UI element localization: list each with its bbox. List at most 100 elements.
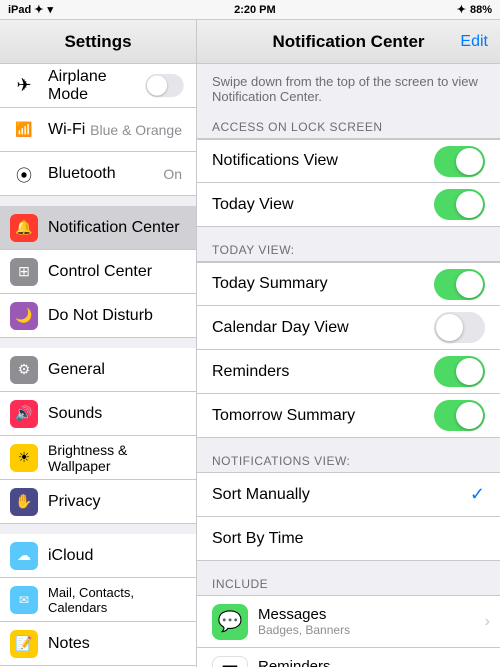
sidebar-label-bluetooth: Bluetooth xyxy=(48,165,163,183)
reminders-toggle[interactable] xyxy=(434,356,485,387)
toggle-label-today-view: Today View xyxy=(212,196,434,214)
right-panel: Notification Center Edit Swipe down from… xyxy=(197,20,500,667)
messages-app-sub: Badges, Banners xyxy=(258,623,485,637)
sidebar-label-notes: Notes xyxy=(48,635,186,653)
bluetooth-icon: ⦿ xyxy=(10,160,38,188)
status-bluetooth-icon: ✦ xyxy=(457,3,466,16)
sidebar-item-mail[interactable]: ✉ Mail, Contacts, Calendars xyxy=(0,578,196,622)
sidebar-label-sounds: Sounds xyxy=(48,405,186,423)
lock-screen-toggles: Notifications View Today View xyxy=(197,138,500,227)
sidebar-item-general[interactable]: ⚙ General xyxy=(0,348,196,392)
status-right: ✦ 88% xyxy=(457,3,492,16)
sidebar: Settings ✈ Airplane Mode 📶 Wi-Fi Blue & … xyxy=(0,20,197,667)
sidebar-header: Settings xyxy=(0,20,196,64)
airplane-icon: ✈ xyxy=(10,72,38,100)
panel-header: Notification Center Edit xyxy=(197,20,500,64)
toggle-label-today-summary: Today Summary xyxy=(212,275,434,293)
sidebar-item-control-center[interactable]: ⊞ Control Center xyxy=(0,250,196,294)
sidebar-label-privacy: Privacy xyxy=(48,493,186,511)
sidebar-item-wifi[interactable]: 📶 Wi-Fi Blue & Orange xyxy=(0,108,196,152)
section-header-lockscreen: ACCESS ON LOCK SCREEN xyxy=(197,114,500,138)
sidebar-label-icloud: iCloud xyxy=(48,547,186,565)
reminders-app-icon: ☰ xyxy=(212,656,248,667)
status-signal: iPad ✦ xyxy=(8,3,44,16)
sidebar-item-privacy[interactable]: ✋ Privacy xyxy=(0,480,196,524)
sidebar-item-sounds[interactable]: 🔊 Sounds xyxy=(0,392,196,436)
include-reminders[interactable]: ☰ Reminders Badges, Alerts › xyxy=(197,648,500,667)
main-container: Settings ✈ Airplane Mode 📶 Wi-Fi Blue & … xyxy=(0,20,500,667)
reminders-app-name: Reminders xyxy=(258,658,485,667)
sidebar-item-notification-center[interactable]: 🔔 Notification Center xyxy=(0,206,196,250)
toggle-label-reminders: Reminders xyxy=(212,363,434,381)
panel-content: Swipe down from the top of the screen to… xyxy=(197,64,500,667)
control-center-icon: ⊞ xyxy=(10,258,38,286)
wifi-value: Blue & Orange xyxy=(90,122,182,138)
section-header-notif-view: NOTIFICATIONS VIEW: xyxy=(197,448,500,472)
sort-manually-label: Sort Manually xyxy=(212,486,470,504)
toggle-row-today-summary[interactable]: Today Summary xyxy=(197,262,500,306)
messages-app-name: Messages xyxy=(258,606,485,623)
status-battery: 88% xyxy=(470,4,492,16)
sounds-icon: 🔊 xyxy=(10,400,38,428)
sidebar-title: Settings xyxy=(64,32,131,52)
status-wifi-icon: ▾ xyxy=(48,3,54,16)
sidebar-label-wifi: Wi-Fi xyxy=(48,121,90,139)
sidebar-label-notif: Notification Center xyxy=(48,219,186,237)
sort-by-time-label: Sort By Time xyxy=(212,530,485,548)
notif-center-icon: 🔔 xyxy=(10,214,38,242)
general-icon: ⚙ xyxy=(10,356,38,384)
calendar-day-toggle[interactable] xyxy=(434,312,485,343)
include-list: 💬 Messages Badges, Banners › ☰ Reminders… xyxy=(197,595,500,667)
today-summary-toggle[interactable] xyxy=(434,269,485,300)
status-time: 2:20 PM xyxy=(234,4,276,16)
section-header-today: TODAY VIEW: xyxy=(197,237,500,261)
sidebar-label-control: Control Center xyxy=(48,263,186,281)
sidebar-label-dnd: Do Not Disturb xyxy=(48,307,186,325)
toggle-row-reminders[interactable]: Reminders xyxy=(197,350,500,394)
sidebar-item-bluetooth[interactable]: ⦿ Bluetooth On xyxy=(0,152,196,196)
toggle-row-notifications-view[interactable]: Notifications View xyxy=(197,139,500,183)
privacy-icon: ✋ xyxy=(10,488,38,516)
status-left: iPad ✦ ▾ xyxy=(8,3,53,16)
status-bar: iPad ✦ ▾ 2:20 PM ✦ 88% xyxy=(0,0,500,20)
section-header-include: INCLUDE xyxy=(197,571,500,595)
include-messages[interactable]: 💬 Messages Badges, Banners › xyxy=(197,596,500,648)
toggle-row-tomorrow[interactable]: Tomorrow Summary xyxy=(197,394,500,438)
brightness-icon: ☀ xyxy=(10,444,38,472)
edit-button[interactable]: Edit xyxy=(460,33,488,51)
notif-view-sort: Sort Manually ✓ Sort By Time xyxy=(197,472,500,561)
sidebar-item-brightness[interactable]: ☀ Brightness & Wallpaper xyxy=(0,436,196,480)
info-text: Swipe down from the top of the screen to… xyxy=(197,64,500,114)
tomorrow-toggle[interactable] xyxy=(434,400,485,431)
reminders-include-text: Reminders Badges, Alerts xyxy=(258,658,485,667)
sidebar-label-general: General xyxy=(48,361,186,379)
sidebar-item-notes[interactable]: 📝 Notes xyxy=(0,622,196,666)
toggle-row-today-view[interactable]: Today View xyxy=(197,183,500,227)
dnd-icon: 🌙 xyxy=(10,302,38,330)
notif-view-toggle[interactable] xyxy=(434,146,485,177)
sort-by-time-row[interactable]: Sort By Time xyxy=(197,517,500,561)
sidebar-item-airplane[interactable]: ✈ Airplane Mode xyxy=(0,64,196,108)
sidebar-label-airplane: Airplane Mode xyxy=(48,68,139,104)
today-view-toggles: Today Summary Calendar Day View Reminder… xyxy=(197,261,500,438)
sort-manually-row[interactable]: Sort Manually ✓ xyxy=(197,473,500,517)
notes-icon: 📝 xyxy=(10,630,38,658)
mail-icon: ✉ xyxy=(10,586,38,614)
messages-include-text: Messages Badges, Banners xyxy=(258,606,485,637)
toggle-label-tomorrow: Tomorrow Summary xyxy=(212,407,434,425)
sidebar-item-dnd[interactable]: 🌙 Do Not Disturb xyxy=(0,294,196,338)
airplane-toggle[interactable] xyxy=(145,74,183,97)
messages-app-icon: 💬 xyxy=(212,604,248,640)
today-view-toggle[interactable] xyxy=(434,189,485,220)
bluetooth-value: On xyxy=(163,166,182,182)
icloud-icon: ☁ xyxy=(10,542,38,570)
toggle-label-notif-view: Notifications View xyxy=(212,152,434,170)
sort-manually-check: ✓ xyxy=(470,484,485,505)
messages-chevron-icon: › xyxy=(485,613,490,631)
sidebar-label-brightness: Brightness & Wallpaper xyxy=(48,442,186,474)
panel-title: Notification Center xyxy=(272,32,424,52)
toggle-row-calendar-day[interactable]: Calendar Day View xyxy=(197,306,500,350)
sidebar-item-icloud[interactable]: ☁ iCloud xyxy=(0,534,196,578)
wifi-icon: 📶 xyxy=(10,116,38,144)
sidebar-label-mail: Mail, Contacts, Calendars xyxy=(48,585,186,615)
